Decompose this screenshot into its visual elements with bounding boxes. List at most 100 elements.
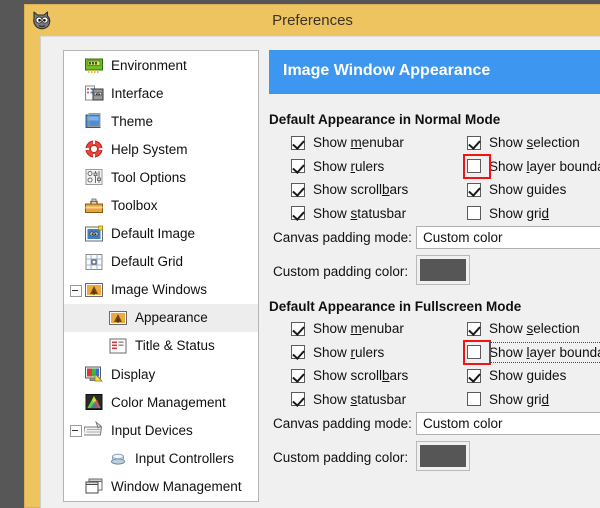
fullscreen-mode-section-title: Default Appearance in Fullscreen Mode (269, 299, 522, 314)
appearance-icon (108, 308, 128, 328)
checkbox-label: Show guides (489, 368, 567, 383)
checkbox-row-show-selection[interactable]: Show selection (467, 135, 580, 150)
checkbox-checked-icon[interactable] (291, 321, 305, 336)
checkbox-checked-icon[interactable] (291, 368, 305, 383)
input-controllers-icon (108, 448, 128, 468)
checkbox-row-show-statusbar[interactable]: Show statusbar (291, 206, 406, 221)
interface-icon (84, 83, 104, 103)
normal-canvas-padding-mode-combo[interactable]: Custom color (416, 226, 600, 249)
checkbox-checked-icon[interactable] (467, 321, 481, 336)
sidebar-item-label: Appearance (135, 310, 208, 326)
checkbox-checked-icon[interactable] (291, 345, 305, 359)
sidebar-item-toolbox[interactable]: Toolbox (64, 191, 258, 219)
checkbox-row-show-selection[interactable]: Show selection (467, 321, 580, 336)
checkbox-row-show-menubar[interactable]: Show menubar (291, 135, 404, 150)
checkbox-checked-icon[interactable] (291, 392, 305, 406)
sidebar-item-label: Help System (111, 141, 188, 157)
sidebar-item-interface[interactable]: Interface (64, 79, 258, 107)
fullscreen-canvas-padding-mode-label: Canvas padding mode: (273, 416, 412, 431)
normal-custom-padding-color-swatch[interactable] (416, 255, 470, 285)
default-grid-icon (84, 252, 104, 272)
checkbox-row-show-rulers[interactable]: Show rulers (291, 345, 384, 360)
sidebar-item-folders[interactable]: Folders (64, 501, 258, 502)
sidebar-item-label: Image Windows (111, 282, 208, 298)
dialog-content: Environment Interface Theme Help System Tool… (40, 36, 600, 508)
checkbox-row-show-guides[interactable]: Show guides (467, 182, 566, 197)
fullscreen-padding-color-preview (420, 445, 466, 467)
normal-custom-padding-color-label: Custom padding color: (273, 264, 409, 279)
color-management-icon (84, 392, 104, 412)
tool-options-icon (84, 167, 104, 187)
expander-minus-icon[interactable] (70, 284, 82, 297)
checkbox-row-show-grid[interactable]: Show grid (467, 392, 549, 407)
sidebar-item-title-status[interactable]: Title & Status (64, 332, 258, 360)
appearance-panel: Image Window Appearance Default Appearan… (269, 50, 600, 508)
sidebar-item-label: Window Management (111, 478, 242, 494)
sidebar-item-default-grid[interactable]: Default Grid (64, 248, 258, 276)
checkbox-row-show-rulers[interactable]: Show rulers (291, 159, 384, 174)
toolbox-icon (84, 196, 104, 216)
sidebar-item-label: Theme (111, 113, 154, 129)
checkbox-unchecked-icon[interactable] (467, 392, 481, 406)
sidebar-item-default-image[interactable]: Default Image (64, 220, 258, 248)
sidebar-item-window-management[interactable]: Window Management (64, 472, 258, 500)
checkbox-row-show-layer-boundary[interactable]: Show layer boundary (467, 345, 600, 360)
checkbox-label: Show scrollbars (313, 182, 409, 197)
checkbox-row-show-menubar[interactable]: Show menubar (291, 321, 404, 336)
checkbox-checked-icon[interactable] (291, 206, 305, 220)
desktop-background: Preferences Environment Interface Theme Hel… (0, 0, 600, 508)
fullscreen-custom-padding-color-swatch[interactable] (416, 441, 470, 471)
sidebar-item-appearance[interactable]: Appearance (64, 303, 258, 332)
checkbox-checked-icon[interactable] (291, 135, 305, 150)
checkbox-row-show-scrollbars[interactable]: Show scrollbars (291, 182, 408, 197)
checkbox-checked-icon[interactable] (291, 159, 305, 173)
window-titlebar[interactable]: Preferences (25, 5, 600, 36)
checkbox-label: Show menubar (313, 135, 404, 150)
sidebar-item-color-management[interactable]: Color Management (64, 388, 258, 416)
checkbox-row-show-statusbar[interactable]: Show statusbar (291, 392, 406, 407)
checkbox-unchecked-icon[interactable] (467, 206, 481, 220)
checkbox-row-show-layer-boundary[interactable]: Show layer boundary (467, 159, 600, 174)
checkbox-row-show-scrollbars[interactable]: Show scrollbars (291, 368, 408, 383)
sidebar-item-display[interactable]: Display (64, 360, 258, 388)
checkbox-row-show-grid[interactable]: Show grid (467, 206, 549, 221)
checkbox-label: Show selection (489, 135, 580, 150)
checkbox-checked-icon[interactable] (291, 182, 305, 197)
checkbox-label: Show grid (489, 391, 550, 407)
sidebar-item-input-devices[interactable]: Input Devices (64, 416, 258, 444)
normal-canvas-padding-mode-label: Canvas padding mode: (273, 230, 412, 245)
image-windows-icon (84, 280, 104, 300)
checkbox-unchecked-icon[interactable] (467, 345, 481, 359)
sidebar-item-label: Input Devices (111, 422, 193, 438)
checkbox-checked-icon[interactable] (467, 135, 481, 150)
preferences-category-tree[interactable]: Environment Interface Theme Help System Tool… (63, 50, 259, 502)
fullscreen-canvas-padding-mode-combo[interactable]: Custom color (416, 412, 600, 435)
input-devices-icon (82, 420, 104, 440)
checkbox-row-show-guides[interactable]: Show guides (467, 368, 566, 383)
checkbox-label: Show layer boundary (489, 158, 600, 174)
environment-icon (84, 55, 104, 75)
sidebar-item-label: Color Management (111, 394, 226, 410)
normal-mode-section-title: Default Appearance in Normal Mode (269, 112, 501, 127)
theme-icon (84, 111, 104, 131)
checkbox-checked-icon[interactable] (467, 182, 481, 197)
checkbox-label: Show guides (489, 182, 567, 197)
checkbox-checked-icon[interactable] (467, 368, 481, 383)
checkbox-label: Show statusbar (313, 205, 407, 221)
sidebar-item-label: Environment (111, 57, 187, 73)
sidebar-item-label: Interface (111, 85, 164, 101)
sidebar-item-tool-options[interactable]: Tool Options (64, 163, 258, 191)
sidebar-item-input-controllers[interactable]: Input Controllers (64, 444, 258, 472)
checkbox-label: Show rulers (313, 344, 385, 360)
sidebar-item-theme[interactable]: Theme (64, 107, 258, 135)
panel-title: Image Window Appearance (283, 62, 491, 79)
sidebar-item-label: Input Controllers (135, 450, 235, 466)
window-title: Preferences (272, 12, 353, 29)
checkbox-unchecked-icon[interactable] (467, 159, 481, 173)
sidebar-item-image-windows[interactable]: Image Windows (64, 276, 258, 304)
title-status-icon (108, 336, 128, 356)
sidebar-item-environment[interactable]: Environment (64, 51, 258, 79)
expander-minus-icon[interactable] (70, 425, 82, 438)
sidebar-item-help-system[interactable]: Help System (64, 135, 258, 163)
help-system-icon (84, 139, 104, 159)
